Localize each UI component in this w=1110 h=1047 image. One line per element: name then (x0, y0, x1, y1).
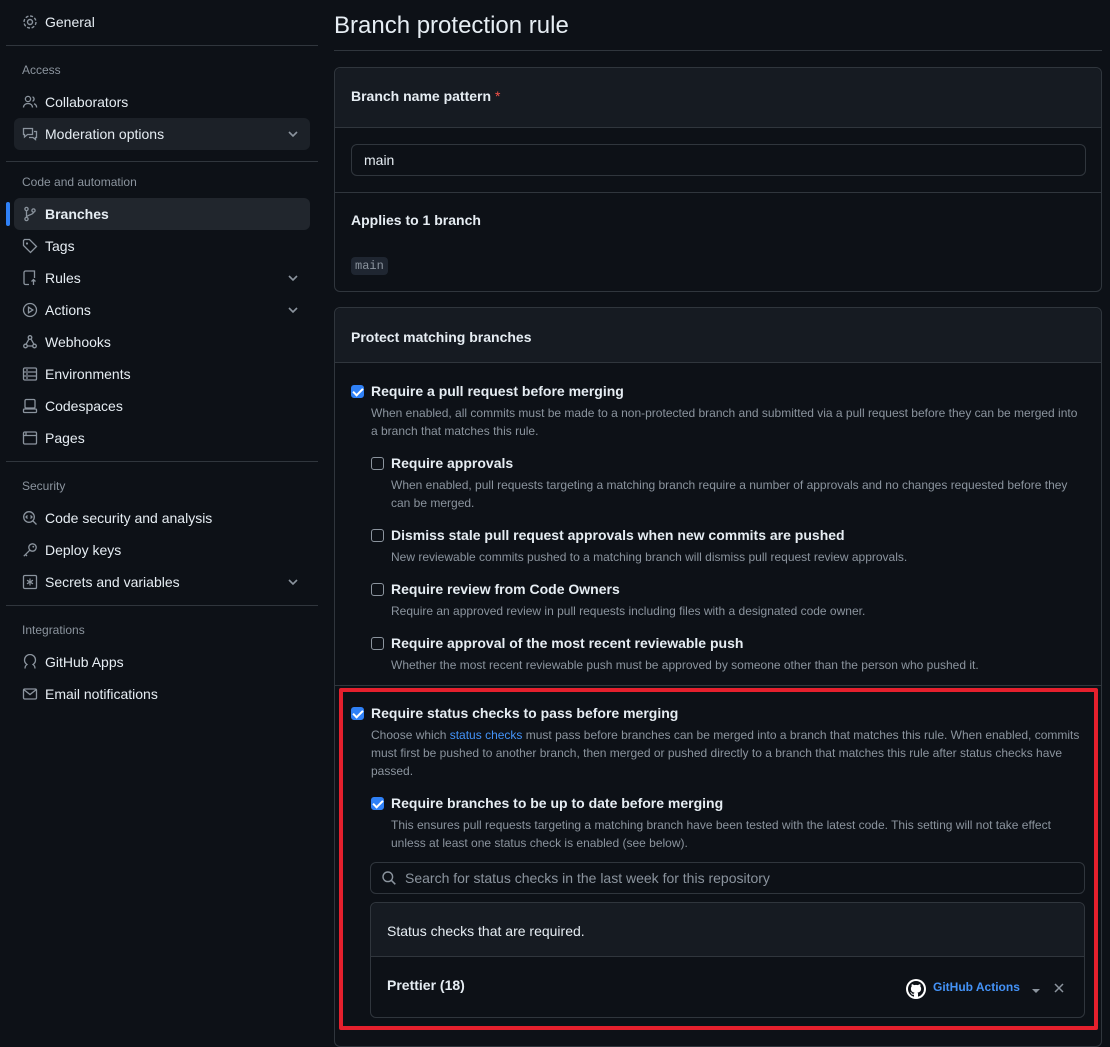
sidebar-heading-access: Access (22, 63, 61, 77)
branch-chip[interactable]: main (351, 257, 388, 275)
recent-push-checkbox[interactable] (371, 637, 384, 650)
sidebar-item-moderation[interactable]: Moderation options (14, 118, 310, 150)
tag-icon (22, 238, 38, 254)
chevron-down-icon[interactable] (286, 271, 300, 285)
option-title: Require approvals (391, 455, 514, 471)
sidebar-item-label: Tags (45, 238, 75, 254)
option-title: Require review from Code Owners (391, 581, 620, 597)
chevron-down-icon[interactable] (286, 575, 300, 589)
apps-icon (22, 654, 38, 670)
sidebar-item-label: Webhooks (45, 334, 111, 350)
sidebar-divider (6, 461, 318, 462)
option-description: Whether the most recent reviewable push … (391, 658, 979, 672)
sidebar-item-label: Moderation options (45, 126, 165, 142)
sidebar-item-label: Rules (45, 270, 81, 286)
sidebar-item-label: Pages (45, 430, 85, 446)
sidebar-item-label: Collaborators (45, 94, 129, 110)
sidebar-item-general[interactable]: General (14, 6, 310, 38)
sidebar-item-webhooks[interactable]: Webhooks (14, 326, 310, 358)
code-owners-checkbox[interactable] (371, 583, 384, 596)
sidebar-item-label: General (45, 14, 95, 30)
sidebar-divider (6, 161, 318, 162)
key-icon (22, 542, 38, 558)
active-indicator (6, 202, 10, 226)
comment-discussion-icon (22, 126, 38, 142)
applies-label: Applies to 1 branch (351, 212, 481, 228)
sidebar-divider (6, 45, 318, 46)
divider (335, 192, 1101, 193)
sidebar-item-rules[interactable]: Rules (14, 262, 310, 294)
require-approvals-checkbox[interactable] (371, 457, 384, 470)
chevron-down-icon[interactable] (286, 127, 300, 141)
git-branch-icon (22, 206, 38, 222)
codespaces-icon (22, 398, 38, 414)
sidebar-item-label: Environments (45, 366, 131, 382)
mail-icon (22, 686, 38, 702)
sidebar-item-branches[interactable]: Branches (14, 198, 310, 230)
branch-pattern-header: Branch name pattern * (335, 68, 1101, 128)
sidebar-item-tags[interactable]: Tags (14, 230, 310, 262)
page-title: Branch protection rule (334, 12, 569, 39)
sidebar-item-label: Branches (45, 206, 109, 222)
required-marker: * (495, 88, 501, 104)
sidebar-item-pages[interactable]: Pages (14, 422, 310, 454)
webhook-icon (22, 334, 38, 350)
option-title: Require a pull request before merging (371, 383, 624, 399)
option-title: Require approval of the most recent revi… (391, 635, 744, 651)
sidebar-item-label: Deploy keys (45, 542, 122, 558)
asterisk-box-icon (22, 574, 38, 590)
branch-pattern-input[interactable]: main (351, 144, 1086, 176)
title-divider (334, 50, 1102, 51)
sidebar-item-collaborators[interactable]: Collaborators (14, 86, 310, 118)
option-description: When enabled, pull requests targeting a … (391, 478, 1068, 510)
sidebar-item-email-notifications[interactable]: Email notifications (14, 678, 310, 710)
sidebar-item-deploy-keys[interactable]: Deploy keys (14, 534, 310, 566)
settings-sidebar: General Access Collaborators Moderation … (0, 0, 324, 1043)
protect-header: Protect matching branches (335, 308, 1101, 363)
require-pr-checkbox[interactable] (351, 385, 364, 398)
sidebar-item-github-apps[interactable]: GitHub Apps (14, 646, 310, 678)
people-icon (22, 94, 38, 110)
sidebar-item-codespaces[interactable]: Codespaces (14, 390, 310, 422)
sidebar-item-label: GitHub Apps (45, 654, 124, 670)
option-description: Require an approved review in pull reque… (391, 604, 866, 618)
sidebar-divider (6, 605, 318, 606)
sidebar-heading-security: Security (22, 479, 66, 493)
sidebar-item-label: Secrets and variables (45, 574, 180, 590)
sidebar-item-label: Codespaces (45, 398, 123, 414)
codescan-icon (22, 510, 38, 526)
sidebar-item-actions[interactable]: Actions (14, 294, 310, 326)
sidebar-heading-integrations: Integrations (22, 623, 85, 637)
sidebar-item-label: Code security and analysis (45, 510, 213, 526)
divider (335, 685, 1101, 686)
sidebar-item-secrets[interactable]: Secrets and variables (14, 566, 310, 598)
branch-pattern-box: Branch name pattern * main Applies to 1 b… (334, 67, 1102, 292)
dismiss-stale-checkbox[interactable] (371, 529, 384, 542)
repo-push-icon (22, 270, 38, 286)
sidebar-item-label: Email notifications (45, 686, 158, 702)
chevron-down-icon[interactable] (286, 303, 300, 317)
highlight-annotation (339, 688, 1098, 1030)
play-icon (22, 302, 38, 318)
option-description: New reviewable commits pushed to a match… (391, 550, 908, 564)
branch-pattern-label: Branch name pattern (351, 88, 492, 104)
gear-icon (22, 14, 38, 30)
server-icon (22, 366, 38, 382)
sidebar-item-label: Actions (45, 302, 91, 318)
option-title: Dismiss stale pull request approvals whe… (391, 527, 845, 543)
option-description: When enabled, all commits must be made t… (371, 406, 1078, 438)
browser-icon (22, 430, 38, 446)
sidebar-item-code-security[interactable]: Code security and analysis (14, 502, 310, 534)
protect-header-label: Protect matching branches (351, 329, 532, 345)
sidebar-item-environments[interactable]: Environments (14, 358, 310, 390)
sidebar-heading-code-automation: Code and automation (22, 175, 137, 189)
